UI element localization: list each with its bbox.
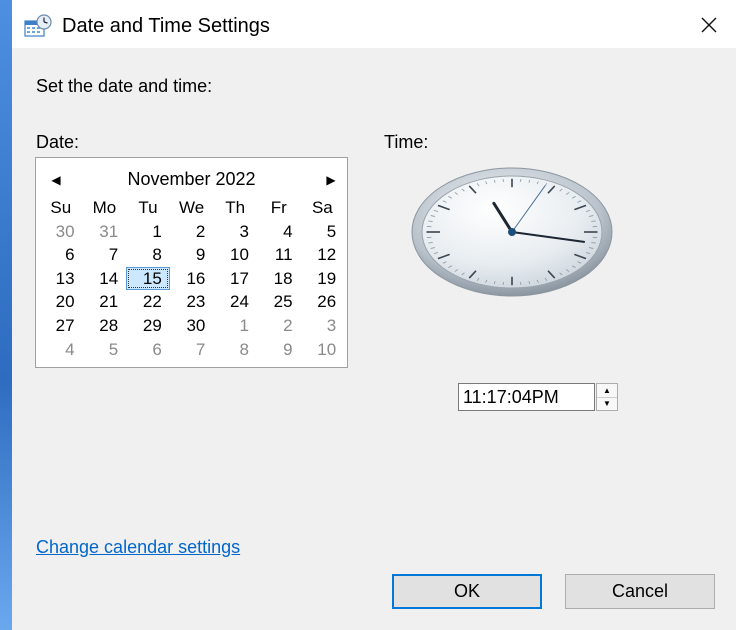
close-button[interactable] xyxy=(692,8,726,42)
calendar-day[interactable]: 10 xyxy=(301,338,345,362)
ok-button[interactable]: OK xyxy=(392,574,542,609)
calendar-grid: Su Mo Tu We Th Fr Sa 30 31 1 2 3 4 5 6 7 8 9 10 11 12 13 14 15 1… xyxy=(39,196,345,361)
instruction-text: Set the date and time: xyxy=(36,76,213,96)
calendar-day[interactable]: 24 xyxy=(213,290,257,314)
spin-buttons: ▲ ▼ xyxy=(596,383,618,411)
calendar-day[interactable]: 14 xyxy=(83,267,127,291)
window-title: Date and Time Settings xyxy=(62,15,270,37)
month-title[interactable]: November 2022 xyxy=(76,169,307,190)
calendar-clock-icon xyxy=(24,14,52,37)
weekday-header: Sa xyxy=(311,198,333,217)
calendar-day[interactable]: 22 xyxy=(126,290,170,314)
calendar-day[interactable]: 17 xyxy=(213,267,257,291)
calendar-day[interactable]: 18 xyxy=(257,267,301,291)
calendar-day[interactable]: 20 xyxy=(39,290,83,314)
calendar-day[interactable]: 13 xyxy=(39,267,83,291)
calendar-day[interactable]: 4 xyxy=(257,220,301,244)
weekday-header: We xyxy=(178,198,205,217)
calendar-day[interactable]: 31 xyxy=(83,220,127,244)
calendar-day[interactable]: 1 xyxy=(126,220,170,244)
calendar-day[interactable]: 3 xyxy=(301,314,345,338)
clock-center-pin xyxy=(508,228,516,236)
calendar-day[interactable]: 5 xyxy=(301,220,345,244)
calendar-day[interactable]: 8 xyxy=(126,243,170,267)
calendar-day[interactable]: 9 xyxy=(170,243,214,267)
calendar-day[interactable]: 3 xyxy=(213,220,257,244)
calendar-day[interactable]: 9 xyxy=(257,338,301,362)
calendar-day-selected[interactable]: 15 xyxy=(126,266,170,291)
calendar-day[interactable]: 30 xyxy=(170,314,214,338)
time-label: Time: xyxy=(384,132,429,152)
calendar-day[interactable]: 5 xyxy=(83,338,127,362)
calendar-day[interactable]: 19 xyxy=(301,267,345,291)
change-calendar-settings-link[interactable]: Change calendar settings xyxy=(36,537,240,558)
calendar-day[interactable]: 23 xyxy=(170,290,214,314)
calendar-day[interactable]: 6 xyxy=(126,338,170,362)
date-label: Date: xyxy=(36,132,80,152)
calendar-day[interactable]: 2 xyxy=(170,220,214,244)
calendar-day[interactable]: 30 xyxy=(39,220,83,244)
calendar-day[interactable]: 7 xyxy=(170,338,214,362)
time-input[interactable] xyxy=(458,383,595,411)
weekday-header: Su xyxy=(50,198,72,217)
time-increase-button[interactable]: ▲ xyxy=(597,384,617,398)
time-spinner: ▲ ▼ xyxy=(458,383,632,411)
calendar-day[interactable]: 8 xyxy=(213,338,257,362)
weekday-header: Mo xyxy=(92,198,117,217)
calendar-day[interactable]: 29 xyxy=(126,314,170,338)
cancel-button[interactable]: Cancel xyxy=(565,574,715,609)
calendar-day[interactable]: 16 xyxy=(170,267,214,291)
month-calendar: ◀ November 2022 ▶ Su Mo Tu We Th Fr Sa 30 31 1 2 3 4… xyxy=(35,157,348,368)
triangle-right-icon: ▶ xyxy=(326,173,336,187)
calendar-day[interactable]: 26 xyxy=(301,290,345,314)
calendar-day[interactable]: 7 xyxy=(83,243,127,267)
weekday-header: Th xyxy=(225,198,246,217)
weekday-header: Tu xyxy=(138,198,158,217)
spin-up-icon: ▲ xyxy=(603,386,611,395)
calendar-day[interactable]: 1 xyxy=(213,314,257,338)
close-icon xyxy=(701,17,717,33)
calendar-day[interactable]: 21 xyxy=(83,290,127,314)
calendar-day[interactable]: 25 xyxy=(257,290,301,314)
triangle-left-icon: ◀ xyxy=(51,173,61,187)
calendar-day[interactable]: 12 xyxy=(301,243,345,267)
time-decrease-button[interactable]: ▼ xyxy=(597,397,617,410)
analog-clock-icon xyxy=(411,167,613,297)
title-bar: Date and Time Settings xyxy=(12,0,736,48)
date-time-dialog: Date and Time Settings Set the date and … xyxy=(12,0,736,630)
calendar-day[interactable]: 2 xyxy=(257,314,301,338)
calendar-day[interactable]: 28 xyxy=(83,314,127,338)
calendar-day[interactable]: 27 xyxy=(39,314,83,338)
spin-down-icon: ▼ xyxy=(603,399,611,408)
calendar-day[interactable]: 10 xyxy=(213,243,257,267)
calendar-day[interactable]: 4 xyxy=(39,338,83,362)
calendar-day[interactable]: 6 xyxy=(39,243,83,267)
calendar-day[interactable]: 11 xyxy=(257,243,301,267)
weekday-header: Fr xyxy=(270,198,287,217)
calendar-header: ◀ November 2022 ▶ xyxy=(36,166,347,194)
next-month-button[interactable]: ▶ xyxy=(321,170,341,190)
previous-month-button[interactable]: ◀ xyxy=(46,170,66,190)
